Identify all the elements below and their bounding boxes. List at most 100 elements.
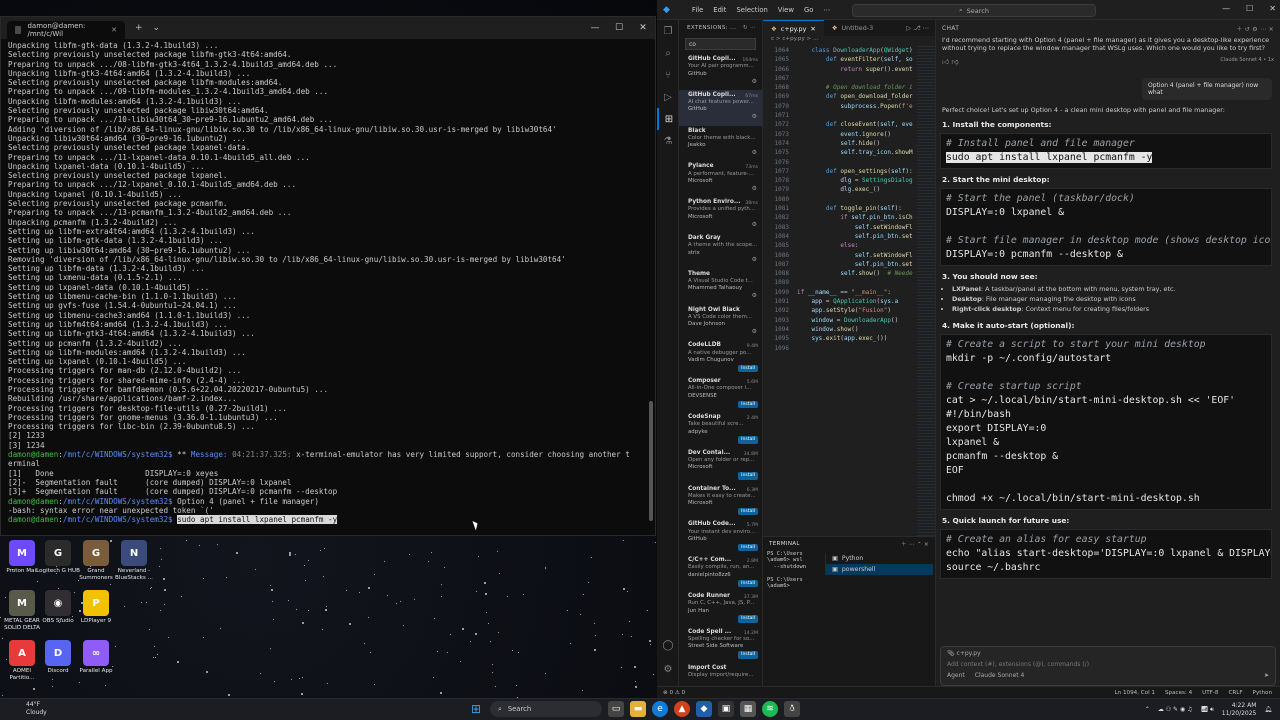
run-debug-icon[interactable]: ▷ bbox=[657, 86, 679, 108]
command-center-search[interactable]: ⌕ Search bbox=[852, 4, 1096, 17]
file-explorer-icon[interactable]: ▬ bbox=[630, 701, 646, 717]
desktop-icon[interactable]: ∞ Parallel App bbox=[74, 640, 118, 675]
thumbs-up-icon[interactable]: 👍︎ 👎︎ bbox=[942, 57, 959, 66]
terminal-panel-title[interactable]: TERMINAL bbox=[769, 541, 800, 547]
vscode-window[interactable]: ◆ File Edit Selection View Go ⋯ ⌕ Search — ☐ … bbox=[657, 0, 1280, 698]
encoding[interactable]: UTF-8 bbox=[1202, 690, 1218, 696]
settings-gear-icon[interactable]: ⚙ bbox=[657, 658, 679, 680]
extension-gear-icon[interactable]: ⚙ bbox=[752, 328, 757, 335]
extension-gear-icon[interactable]: ⚙ bbox=[752, 221, 757, 228]
menu-item-view[interactable]: View bbox=[778, 6, 794, 14]
extension-item[interactable]: Code Spell ... Spelling checker for so...… bbox=[679, 627, 762, 663]
weather-widget[interactable]: 44°F Cloudy bbox=[26, 701, 47, 716]
vscode-taskbar-icon[interactable]: ◆ bbox=[696, 701, 712, 717]
extension-item[interactable]: Theme A Visual Studio Code t... Mhammed Ta… bbox=[679, 269, 762, 305]
menu-item-go[interactable]: Go bbox=[804, 6, 813, 14]
problems-count[interactable]: ⊗ 0 ⚠ 0 bbox=[663, 690, 685, 696]
extension-gear-icon[interactable]: ⚙ bbox=[752, 78, 757, 85]
extension-item[interactable]: Dev Contai... Open any folder or rep... Mi… bbox=[679, 448, 762, 484]
chat-input[interactable]: 📎︎ c+py.py Add context (#), extensions (… bbox=[940, 646, 1276, 686]
brave-icon[interactable]: ▲ bbox=[674, 701, 690, 717]
extension-item[interactable]: Composer All-in-One composer i... DEVSENSE… bbox=[679, 376, 762, 412]
maximize-button[interactable]: ☐ bbox=[607, 23, 631, 33]
extension-item[interactable]: GitHub Copil... Your AI pair programm... G… bbox=[679, 54, 762, 90]
new-tab-button[interactable]: + bbox=[135, 23, 143, 33]
desktop-icon[interactable]: N Neverland - BlueStacks ... bbox=[112, 540, 156, 582]
start-button[interactable]: ⊞ bbox=[468, 701, 484, 717]
extensions-icon[interactable]: ⊞ bbox=[657, 108, 679, 130]
refresh-icon[interactable]: ↻ ⋯ bbox=[743, 25, 756, 31]
terminal-scrollbar[interactable] bbox=[649, 41, 653, 531]
extension-item[interactable]: Container To... Makes it easy to create..… bbox=[679, 484, 762, 520]
indentation[interactable]: Spaces: 4 bbox=[1165, 690, 1192, 696]
more-menu-icon[interactable]: ⋯ bbox=[823, 6, 830, 14]
extension-gear-icon[interactable]: ⚙ bbox=[752, 185, 757, 192]
agent-mode-dropdown[interactable]: Agent bbox=[947, 672, 965, 679]
extension-item[interactable]: Black Color theme with black... Jeakko ⚙ bbox=[679, 126, 762, 162]
code-block-alias[interactable]: # Create an alias for easy startup echo "… bbox=[940, 528, 1272, 579]
edge-icon[interactable]: e bbox=[652, 701, 668, 717]
install-button[interactable]: Install bbox=[738, 364, 758, 373]
minimize-button[interactable]: — bbox=[583, 23, 607, 33]
minimap[interactable] bbox=[917, 46, 935, 536]
install-button[interactable]: Install bbox=[738, 472, 758, 480]
eol[interactable]: CRLF bbox=[1228, 690, 1242, 696]
menu-item-file[interactable]: File bbox=[692, 6, 703, 14]
install-button[interactable]: Install bbox=[738, 615, 758, 623]
extension-item[interactable]: CodeLLDB A native debugger po... Vadim Chu… bbox=[679, 340, 762, 376]
maximize-button[interactable]: ☐ bbox=[1246, 4, 1253, 13]
spotify-icon[interactable]: ≋ bbox=[762, 701, 778, 717]
chat-actions-icon[interactable]: ＋ ↺ ⚙ ⋯ ✕ bbox=[1236, 24, 1274, 33]
extension-item[interactable]: Code Runner Run C, C++, Java, JS, P... Jun… bbox=[679, 591, 762, 627]
panel-actions-icon[interactable]: ＋ ⋯ ⌃ ✕ bbox=[901, 540, 929, 548]
testing-icon[interactable]: ⚗ bbox=[657, 130, 679, 152]
code-block-autostart[interactable]: # Create a script to start your mini des… bbox=[940, 333, 1272, 510]
extension-gear-icon[interactable]: ⚙ bbox=[752, 292, 757, 299]
network-volume-icon[interactable]: 📶︎ 🔊︎ bbox=[1200, 706, 1213, 714]
clock[interactable]: 4:22 AM 11/20/2025 bbox=[1222, 702, 1257, 717]
install-button[interactable]: Install bbox=[738, 436, 758, 444]
menu-item-selection[interactable]: Selection bbox=[736, 6, 767, 14]
search-icon[interactable]: ⌕ bbox=[657, 42, 679, 64]
close-button[interactable]: ✕ bbox=[631, 23, 655, 33]
app-taskbar-icon[interactable]: ▦ bbox=[740, 701, 756, 717]
close-button[interactable]: ✕ bbox=[1269, 4, 1276, 13]
editor-tab[interactable]: ❖ c+py.py ✕ bbox=[763, 20, 824, 36]
extension-item[interactable]: Pylance A performant, feature-... Microsof… bbox=[679, 161, 762, 197]
install-button[interactable]: Install bbox=[738, 508, 758, 516]
extension-item[interactable]: GitHub Code... Your instant dev enviro...… bbox=[679, 519, 762, 555]
send-icon[interactable]: ➤ bbox=[1264, 672, 1269, 679]
extension-item[interactable]: Import Cost Display import/require... bbox=[679, 663, 762, 686]
minimize-button[interactable]: — bbox=[1222, 4, 1230, 13]
extension-gear-icon[interactable]: ⚙ bbox=[752, 113, 757, 120]
terminal-output[interactable]: Unpacking libfm-gtk-data (1.3.2-4.1build… bbox=[8, 41, 643, 533]
terminal-taskbar-icon[interactable]: ▣ bbox=[718, 701, 734, 717]
wsl-taskbar-icon[interactable]: 🐧︎ bbox=[784, 701, 800, 717]
extension-item[interactable]: CodeSnap Take beautiful scre... adpyke 2.4M… bbox=[679, 412, 762, 448]
menu-item-edit[interactable]: Edit bbox=[713, 6, 726, 14]
code-block-install[interactable]: # Install panel and file manager sudo ap… bbox=[940, 133, 1272, 170]
context-chip[interactable]: c+py.py bbox=[957, 650, 981, 657]
breadcrumb[interactable]: c > c+py.py > ... bbox=[763, 36, 935, 46]
extension-item[interactable]: Python Enviro... Provides a unified pyth.… bbox=[679, 197, 762, 233]
code-editor[interactable]: 1064 class DownloaderApp(QWidget) 1065 de… bbox=[763, 46, 915, 536]
close-tab-icon[interactable]: ✕ bbox=[810, 25, 815, 33]
code-block-start[interactable]: # Start the panel (taskbar/dock) DISPLAY=… bbox=[940, 188, 1272, 267]
task-view-icon[interactable]: ▭ bbox=[608, 701, 624, 717]
install-button[interactable]: Install bbox=[738, 579, 758, 587]
terminal-session[interactable]: ▣ powershell bbox=[826, 564, 933, 575]
desktop-icon[interactable]: P LDPlayer 9 bbox=[74, 590, 118, 625]
terminal-session[interactable]: ▣ Python bbox=[826, 553, 933, 564]
model-dropdown[interactable]: Claude Sonnet 4 bbox=[975, 672, 1025, 679]
tray-chevron-icon[interactable]: ⌃ bbox=[1145, 706, 1150, 713]
close-tab-icon[interactable]: ✕ bbox=[111, 26, 117, 34]
extension-item[interactable]: Night Owl Black A VS Code color them... Da… bbox=[679, 305, 762, 341]
extensions-search-input[interactable]: co bbox=[685, 38, 756, 50]
terminal-window[interactable]: damon@damen: /mnt/c/Wil ✕ + ⌄ — ☐ ✕ Unpa… bbox=[0, 16, 656, 536]
install-button[interactable]: Install bbox=[738, 543, 758, 552]
notifications-icon[interactable]: 🔔︎ bbox=[1264, 706, 1272, 713]
terminal-tab[interactable]: damon@damen: /mnt/c/Wil ✕ bbox=[7, 21, 125, 39]
language-mode[interactable]: Python bbox=[1253, 690, 1272, 696]
attach-icon[interactable]: 📎︎ bbox=[947, 650, 955, 657]
account-icon[interactable]: ◯ bbox=[657, 634, 679, 656]
